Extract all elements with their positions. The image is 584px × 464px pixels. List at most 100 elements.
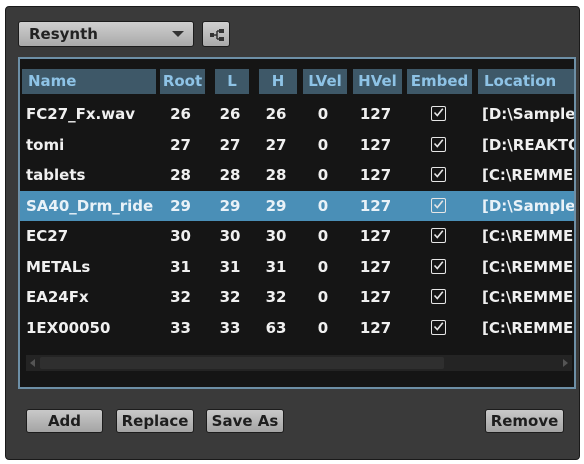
column-header-l[interactable]: L: [215, 69, 249, 94]
cell-lvel: 0: [317, 196, 329, 215]
column-header-location[interactable]: Location: [478, 69, 574, 94]
cell-location: [D:\Samples: [482, 105, 576, 123]
cell-l: 28: [219, 166, 241, 184]
cell-l: 29: [219, 196, 241, 215]
remove-button[interactable]: Remove: [485, 409, 564, 433]
column-header-h[interactable]: H: [259, 69, 297, 94]
cell-hvel: 127: [359, 257, 392, 276]
add-button[interactable]: Add: [26, 409, 103, 433]
column-header-embed[interactable]: Embed: [407, 69, 472, 94]
table-row[interactable]: METALs 31 31 31 0 127 [C:\REMME: [20, 252, 574, 282]
cell-name: tablets: [26, 166, 86, 184]
cell-root: 30: [170, 227, 191, 245]
cell-location: [C:\REMME: [482, 227, 574, 245]
cell-hvel: 127: [359, 105, 392, 123]
cell-name: tomi: [26, 135, 65, 154]
cell-lvel: 0: [317, 318, 329, 337]
column-header-name[interactable]: Name: [22, 69, 156, 94]
hierarchy-icon: [210, 29, 224, 41]
checkmark-icon: [433, 138, 444, 148]
cell-h: 63: [265, 318, 287, 337]
cell-root: 33: [170, 318, 191, 337]
cell-root: 31: [170, 257, 191, 276]
cell-root: 26: [170, 105, 191, 123]
cell-name: SA40_Drm_ride: [26, 196, 154, 215]
cell-l: 33: [219, 318, 241, 337]
cell-lvel: 0: [317, 135, 329, 154]
scrollbar-thumb[interactable]: [40, 357, 444, 369]
embed-checkbox[interactable]: [431, 106, 446, 121]
cell-location: [C:\REMME: [482, 257, 574, 276]
embed-checkbox[interactable]: [431, 167, 446, 182]
mode-dropdown[interactable]: Resynth: [18, 21, 194, 47]
chevron-down-icon: [172, 31, 184, 37]
cell-name: EA24Fx: [26, 288, 89, 306]
cell-hvel: 127: [359, 288, 392, 306]
cell-h: 26: [265, 105, 287, 123]
embed-checkbox[interactable]: [431, 289, 446, 304]
column-header-lvel[interactable]: LVel: [303, 69, 347, 94]
cell-root: 29: [170, 196, 191, 215]
cell-location: [D:\Samples: [482, 196, 576, 215]
sample-map-panel: Resynth Name Root L H LVel HVel Embed Lo…: [5, 6, 580, 460]
mode-dropdown-value: Resynth: [29, 25, 98, 43]
checkmark-icon: [433, 230, 444, 239]
cell-h: 31: [265, 257, 287, 276]
cell-lvel: 0: [317, 166, 329, 184]
checkmark-icon: [433, 321, 444, 331]
cell-root: 27: [170, 135, 191, 154]
cell-l: 32: [219, 288, 241, 306]
embed-checkbox[interactable]: [431, 197, 446, 213]
table-row[interactable]: 1EX00050 33 33 63 0 127 [C:\REMME: [20, 313, 574, 343]
hierarchy-button[interactable]: [202, 21, 230, 47]
checkmark-icon: [433, 108, 444, 117]
checkmark-icon: [433, 260, 444, 270]
embed-checkbox[interactable]: [431, 228, 446, 243]
cell-lvel: 0: [317, 257, 329, 276]
table-row[interactable]: EC27 30 30 30 0 127 [C:\REMME: [20, 221, 574, 251]
cell-h: 27: [265, 135, 287, 154]
embed-checkbox[interactable]: [431, 136, 446, 152]
table-row[interactable]: EA24Fx 32 32 32 0 127 [C:\REMME: [20, 282, 574, 312]
cell-hvel: 127: [359, 166, 392, 184]
cell-hvel: 127: [359, 227, 392, 245]
table-row[interactable]: tomi 27 27 27 0 127 [D:\REAKTO: [20, 130, 576, 160]
cell-hvel: 127: [359, 318, 392, 337]
table-row[interactable]: FC27_Fx.wav 26 26 26 0 127 [D:\Samples: [20, 99, 576, 129]
checkmark-icon: [433, 169, 444, 178]
save-as-button[interactable]: Save As: [206, 409, 284, 433]
table-header: Name Root L H LVel HVel Embed Location: [22, 69, 574, 94]
cell-hvel: 127: [359, 196, 392, 215]
cell-lvel: 0: [317, 288, 329, 306]
cell-lvel: 0: [317, 105, 329, 123]
cell-name: FC27_Fx.wav: [26, 105, 136, 123]
column-header-root[interactable]: Root: [160, 69, 205, 94]
cell-name: 1EX00050: [26, 318, 111, 337]
table-row[interactable]: tablets 28 28 28 0 127 [C:\REMME: [20, 160, 574, 190]
column-header-hvel[interactable]: HVel: [353, 69, 402, 94]
cell-location: [C:\REMME: [482, 166, 574, 184]
cell-name: METALs: [26, 257, 91, 276]
cell-location: [D:\REAKTO: [482, 135, 576, 154]
checkmark-icon: [433, 199, 444, 209]
sample-table: Name Root L H LVel HVel Embed Location F…: [18, 57, 576, 389]
table-row[interactable]: SA40_Drm_ride 29 29 29 0 127 [D:\Samples: [20, 190, 576, 221]
cell-h: 28: [265, 166, 287, 184]
embed-checkbox[interactable]: [431, 319, 446, 335]
cell-h: 32: [265, 288, 287, 306]
scroll-right-icon[interactable]: [563, 359, 568, 367]
replace-button[interactable]: Replace: [116, 409, 194, 433]
cell-location: [C:\REMME: [482, 288, 574, 306]
checkmark-icon: [433, 291, 444, 300]
cell-l: 31: [219, 257, 241, 276]
horizontal-scrollbar[interactable]: [26, 355, 572, 371]
cell-h: 29: [265, 196, 287, 215]
cell-l: 26: [219, 105, 241, 123]
cell-root: 32: [170, 288, 191, 306]
cell-name: EC27: [26, 227, 69, 245]
scroll-left-icon[interactable]: [30, 359, 35, 367]
cell-l: 27: [219, 135, 241, 154]
cell-hvel: 127: [359, 135, 392, 154]
embed-checkbox[interactable]: [431, 258, 446, 274]
cell-root: 28: [170, 166, 191, 184]
